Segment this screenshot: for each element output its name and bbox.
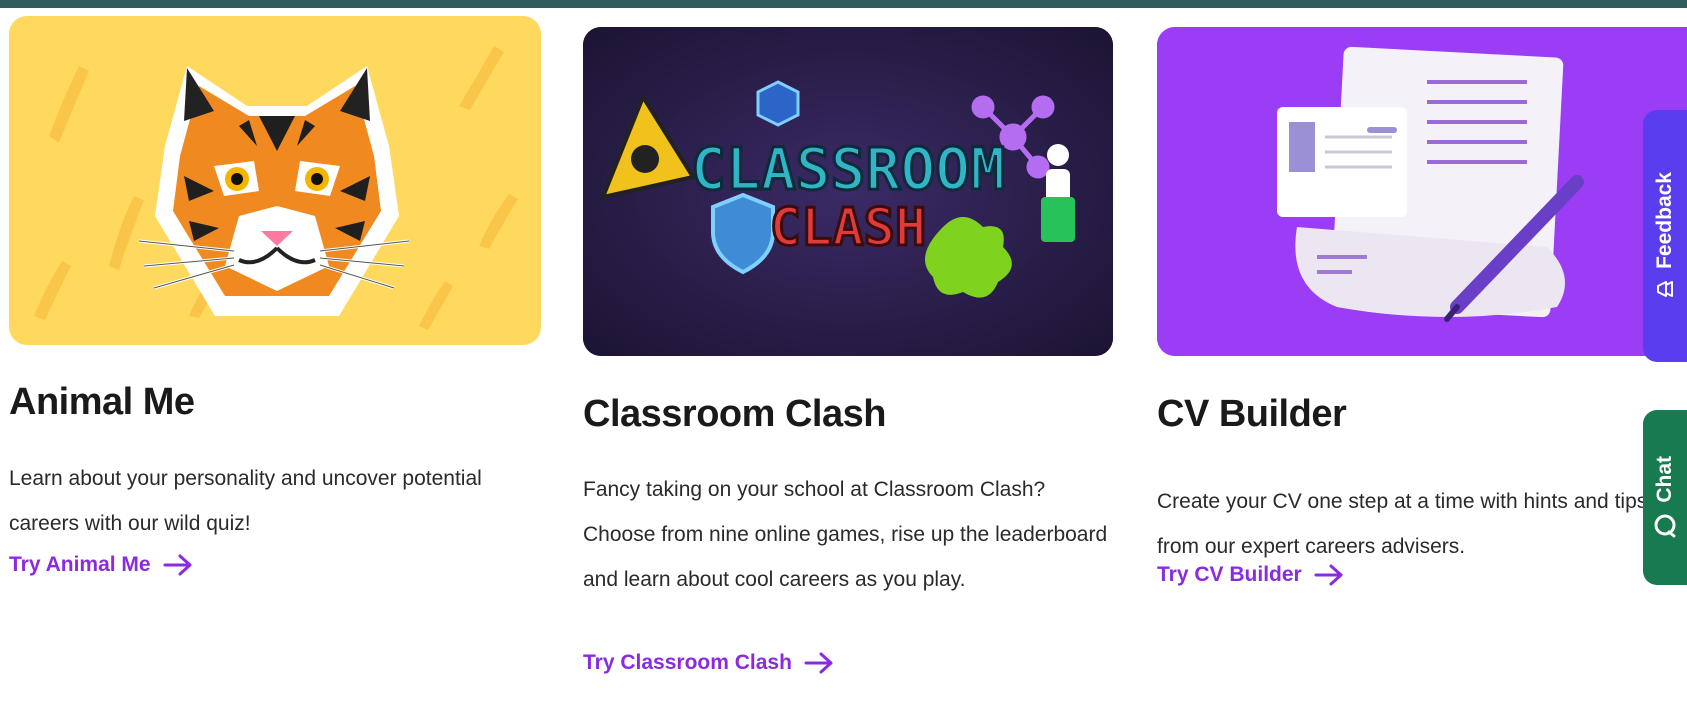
cv-builder-image[interactable]	[1157, 27, 1687, 356]
feedback-label: Feedback	[1653, 171, 1676, 269]
link-label: Try Classroom Clash	[583, 651, 792, 674]
top-bar	[0, 0, 1687, 8]
classroom-clash-logo: CLASSROOM CLASH	[583, 27, 1113, 356]
chat-bubble-icon	[1654, 514, 1676, 538]
tiger-illustration	[34, 46, 518, 330]
classroom-clash-image[interactable]: CLASSROOM CLASH	[583, 27, 1113, 356]
arrow-right-icon	[163, 554, 192, 576]
try-cv-builder-link[interactable]: Try CV Builder	[1157, 563, 1344, 587]
logo-line-2: CLASH	[770, 198, 927, 258]
cv-document-illustration	[1157, 27, 1687, 356]
try-classroom-clash-link[interactable]: Try Classroom Clash	[583, 651, 834, 675]
chat-tab[interactable]: Chat	[1643, 410, 1687, 585]
card-title: Animal Me	[9, 381, 195, 423]
chat-label: Chat	[1653, 456, 1676, 503]
card-title: Classroom Clash	[583, 393, 886, 435]
feedback-tab[interactable]: Feedback	[1643, 110, 1687, 362]
card-title: CV Builder	[1157, 393, 1347, 435]
megaphone-icon	[1657, 281, 1673, 298]
card-description: Create your CV one step at a time with h…	[1157, 490, 1648, 558]
card-description: Fancy taking on your school at Classroom…	[583, 478, 1108, 591]
arrow-right-icon	[1314, 564, 1343, 586]
card-description: Learn about your personality and uncover…	[9, 467, 482, 535]
logo-line-1: CLASSROOM	[691, 135, 1005, 203]
animal-me-image[interactable]	[9, 16, 541, 345]
try-animal-me-link[interactable]: Try Animal Me	[9, 553, 193, 577]
link-label: Try CV Builder	[1157, 563, 1302, 586]
arrow-right-icon	[804, 652, 833, 674]
link-label: Try Animal Me	[9, 553, 151, 576]
